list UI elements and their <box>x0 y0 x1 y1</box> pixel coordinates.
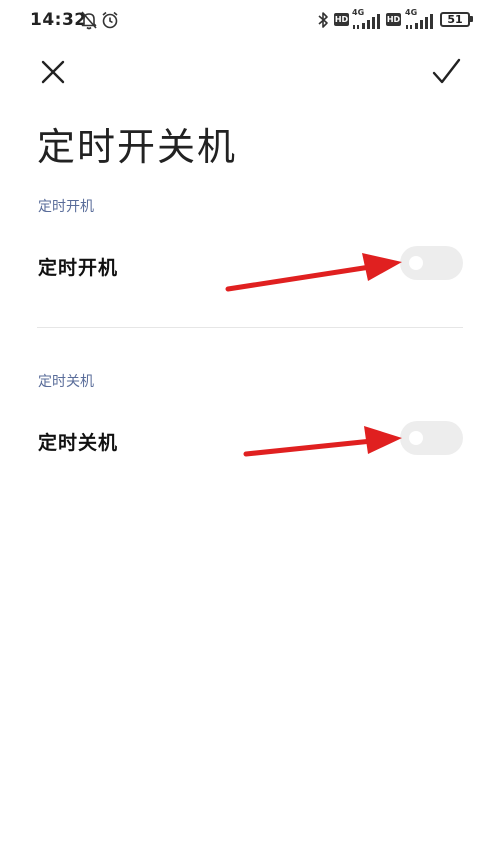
row-label-power-off: 定时关机 <box>38 432 119 454</box>
battery-icon: 51 <box>440 12 470 27</box>
signal-4g-icon <box>406 14 433 29</box>
status-time: 14:32 <box>30 10 87 30</box>
confirm-button[interactable] <box>428 56 464 92</box>
close-button[interactable] <box>35 56 71 92</box>
row-label-power-on: 定时开机 <box>38 257 119 279</box>
power-off-toggle[interactable] <box>400 421 463 455</box>
hd-icon: HD <box>334 13 349 26</box>
toggle-knob <box>409 256 423 270</box>
page-title: 定时开关机 <box>37 125 238 169</box>
signal-4g-icon <box>353 14 380 29</box>
hd-icon: HD <box>386 13 401 26</box>
annotation-arrow <box>225 253 402 292</box>
battery-tip <box>470 16 473 22</box>
divider <box>37 327 463 328</box>
annotation-arrow <box>243 426 402 457</box>
mute-bell-icon <box>81 11 97 30</box>
status-bar: 14:32 HD 4G HD 4G 51 <box>0 0 500 40</box>
bluetooth-icon <box>318 12 328 28</box>
section-header-power-off: 定时关机 <box>38 374 94 390</box>
alarm-clock-icon <box>102 11 118 29</box>
power-on-toggle[interactable] <box>400 246 463 280</box>
section-header-power-on: 定时开机 <box>38 199 94 215</box>
toggle-knob <box>409 431 423 445</box>
